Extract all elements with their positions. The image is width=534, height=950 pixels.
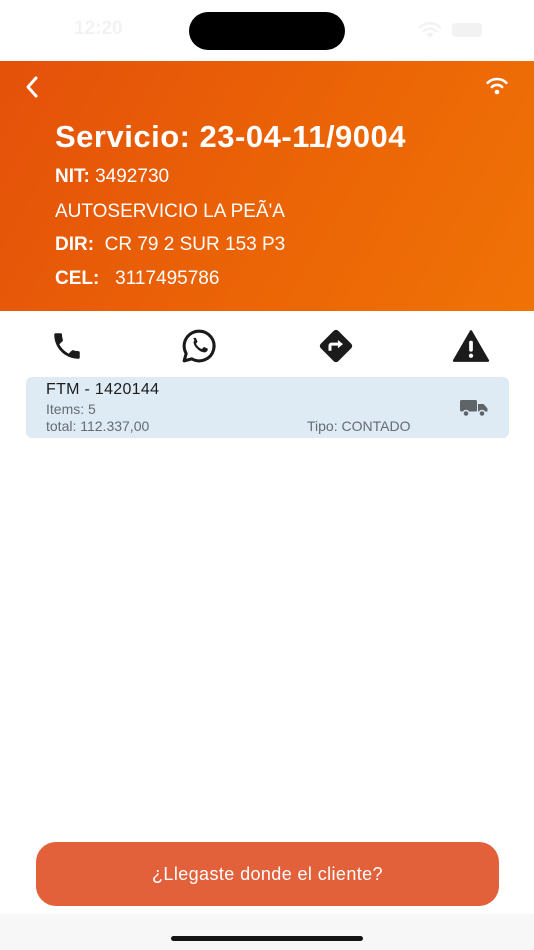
call-button[interactable] [47, 326, 87, 366]
service-header: Servicio: 23-04-11/9004 NIT: 3492730 AUT… [0, 61, 534, 311]
wifi-icon [486, 77, 508, 95]
order-total: total: 112.337,00 [46, 418, 150, 434]
client-name: AUTOSERVICIO LA PEÃ'A [55, 201, 285, 222]
order-items: Items: 5 [46, 401, 96, 417]
battery-icon [452, 23, 482, 37]
nit-label: NIT: [55, 166, 90, 187]
cel-label: CEL: [55, 268, 100, 289]
order-tipo: Tipo: CONTADO [307, 418, 411, 434]
dynamic-island [189, 12, 345, 50]
action-bar [0, 318, 534, 374]
address-line: DIR: CR 79 2 SUR 153 P3 [55, 234, 285, 256]
back-button[interactable] [18, 73, 46, 101]
cel-line: CEL: 3117495786 [55, 268, 219, 290]
status-bar: 12:20 [0, 0, 534, 60]
directions-button[interactable] [316, 326, 356, 366]
order-id: FTM - 1420144 [46, 381, 160, 398]
dir-value: CR 79 2 SUR 153 P3 [104, 234, 286, 255]
directions-icon [319, 329, 353, 363]
truck-icon [460, 400, 488, 418]
arrived-button[interactable]: ¿Llegaste donde el cliente? [36, 842, 499, 906]
chevron-left-icon [26, 76, 38, 98]
nit-value: 3492730 [95, 166, 170, 187]
cel-value: 3117495786 [115, 268, 220, 289]
warning-icon [452, 330, 490, 362]
whatsapp-button[interactable] [179, 326, 219, 366]
nit-line: NIT: 3492730 [55, 166, 169, 188]
dir-label: DIR: [55, 234, 95, 255]
phone-icon [54, 333, 80, 359]
service-title: Servicio: 23-04-11/9004 [55, 119, 407, 154]
whatsapp-icon [182, 329, 216, 363]
status-wifi-icon [418, 22, 442, 38]
status-time: 12:20 [74, 18, 123, 39]
bottom-safe-area [0, 914, 534, 950]
report-issue-button[interactable] [451, 326, 491, 366]
home-indicator[interactable] [171, 936, 363, 941]
order-card[interactable]: FTM - 1420144 Items: 5 total: 112.337,00… [26, 377, 509, 438]
